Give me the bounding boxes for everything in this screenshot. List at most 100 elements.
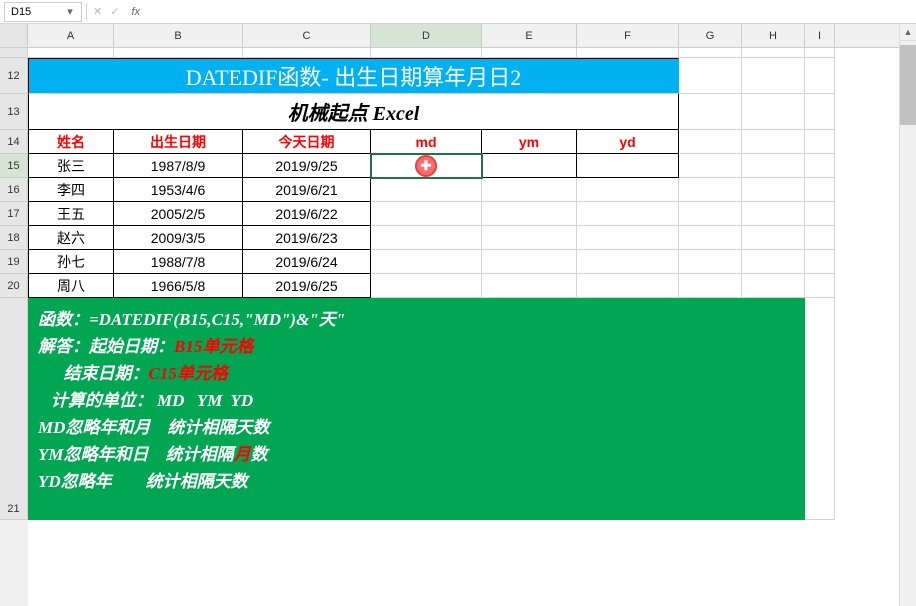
cell-today[interactable]: 2019/6/22	[243, 202, 371, 226]
cell-name[interactable]: 周八	[28, 274, 114, 298]
header-yd[interactable]: yd	[577, 130, 679, 154]
col-header[interactable]: D	[371, 24, 482, 47]
cell[interactable]	[805, 226, 835, 250]
cell[interactable]	[482, 48, 577, 58]
cell[interactable]	[805, 48, 835, 58]
cell[interactable]	[742, 274, 805, 298]
explanation-block[interactable]: 函数：=DATEDIF(B15,C15,"MD")&"天" 解答：起始日期：B1…	[28, 298, 805, 520]
col-header[interactable]: A	[28, 24, 114, 47]
cell-name[interactable]: 李四	[28, 178, 114, 202]
col-header[interactable]: E	[482, 24, 577, 47]
fx-label[interactable]: fx	[127, 6, 144, 18]
cell[interactable]	[482, 274, 577, 298]
cell[interactable]	[805, 94, 835, 130]
cell[interactable]	[371, 250, 482, 274]
select-all-corner[interactable]	[0, 24, 28, 48]
cell[interactable]	[742, 202, 805, 226]
row-header[interactable]	[0, 48, 28, 58]
cell[interactable]	[805, 154, 835, 178]
row-header[interactable]: 15	[0, 154, 28, 178]
cell[interactable]	[679, 274, 742, 298]
cell[interactable]	[805, 250, 835, 274]
name-box[interactable]: D15 ▾	[4, 2, 82, 22]
cell[interactable]	[805, 178, 835, 202]
cell-name[interactable]: 张三	[28, 154, 114, 178]
row-header[interactable]: 18	[0, 226, 28, 250]
cell-birth[interactable]: 1987/8/9	[114, 154, 243, 178]
cell[interactable]	[114, 48, 243, 58]
cell-today[interactable]: 2019/6/24	[243, 250, 371, 274]
cell[interactable]	[742, 48, 805, 58]
col-header[interactable]: C	[243, 24, 371, 47]
cell[interactable]	[28, 48, 114, 58]
cell[interactable]	[577, 274, 679, 298]
cell[interactable]	[679, 94, 742, 130]
row-header[interactable]: 12	[0, 58, 28, 94]
cell[interactable]	[742, 178, 805, 202]
cell[interactable]	[805, 274, 835, 298]
cell[interactable]	[482, 250, 577, 274]
cell[interactable]	[679, 154, 742, 178]
cell-md-selected[interactable]: ✚	[371, 154, 482, 178]
cell-name[interactable]: 王五	[28, 202, 114, 226]
cell-today[interactable]: 2019/6/25	[243, 274, 371, 298]
cell[interactable]	[482, 226, 577, 250]
cell[interactable]	[577, 202, 679, 226]
cell[interactable]	[243, 48, 371, 58]
cell[interactable]	[742, 130, 805, 154]
title-cell[interactable]: DATEDIF函数- 出生日期算年月日2	[28, 58, 679, 94]
row-header[interactable]: 14	[0, 130, 28, 154]
cell-birth[interactable]: 1988/7/8	[114, 250, 243, 274]
col-header[interactable]: H	[742, 24, 805, 47]
cell[interactable]	[742, 226, 805, 250]
header-md[interactable]: md	[371, 130, 482, 154]
cell[interactable]	[482, 202, 577, 226]
cell[interactable]	[805, 202, 835, 226]
row-header[interactable]: 21	[0, 298, 28, 520]
cell-today[interactable]: 2019/6/21	[243, 178, 371, 202]
row-header[interactable]: 13	[0, 94, 28, 130]
cell[interactable]	[577, 250, 679, 274]
cell-today[interactable]: 2019/6/23	[243, 226, 371, 250]
col-header[interactable]: G	[679, 24, 742, 47]
cell[interactable]	[482, 178, 577, 202]
cell[interactable]	[371, 202, 482, 226]
header-ym[interactable]: ym	[482, 130, 577, 154]
cell[interactable]	[742, 94, 805, 130]
cell[interactable]	[679, 226, 742, 250]
scroll-up-icon[interactable]: ▲	[900, 24, 916, 41]
row-header[interactable]: 20	[0, 274, 28, 298]
scroll-thumb[interactable]	[900, 45, 916, 125]
header-birth[interactable]: 出生日期	[114, 130, 243, 154]
cell-name[interactable]: 孙七	[28, 250, 114, 274]
cell-birth[interactable]: 1966/5/8	[114, 274, 243, 298]
row-header[interactable]: 19	[0, 250, 28, 274]
cell[interactable]	[371, 178, 482, 202]
row-header[interactable]: 17	[0, 202, 28, 226]
cell-birth[interactable]: 2009/3/5	[114, 226, 243, 250]
row-header[interactable]: 16	[0, 178, 28, 202]
cell[interactable]	[371, 226, 482, 250]
cell[interactable]	[805, 298, 835, 520]
cell[interactable]	[679, 250, 742, 274]
cell[interactable]	[679, 178, 742, 202]
cell[interactable]	[805, 130, 835, 154]
vertical-scrollbar[interactable]: ▲	[899, 24, 916, 606]
cell[interactable]	[679, 130, 742, 154]
cell-ym[interactable]	[482, 154, 577, 178]
col-header[interactable]: F	[577, 24, 679, 47]
cell-today[interactable]: 2019/9/25	[243, 154, 371, 178]
cell[interactable]	[742, 154, 805, 178]
cell[interactable]	[805, 58, 835, 94]
name-box-dropdown-icon[interactable]: ▾	[65, 3, 75, 21]
cell[interactable]	[577, 178, 679, 202]
formula-input[interactable]	[150, 2, 916, 22]
cell[interactable]	[742, 250, 805, 274]
header-name[interactable]: 姓名	[28, 130, 114, 154]
cell[interactable]	[577, 48, 679, 58]
subtitle-cell[interactable]: 机械起点 Excel	[28, 94, 679, 130]
header-today[interactable]: 今天日期	[243, 130, 371, 154]
cell[interactable]	[679, 202, 742, 226]
cell-birth[interactable]: 2005/2/5	[114, 202, 243, 226]
cell-yd[interactable]	[577, 154, 679, 178]
